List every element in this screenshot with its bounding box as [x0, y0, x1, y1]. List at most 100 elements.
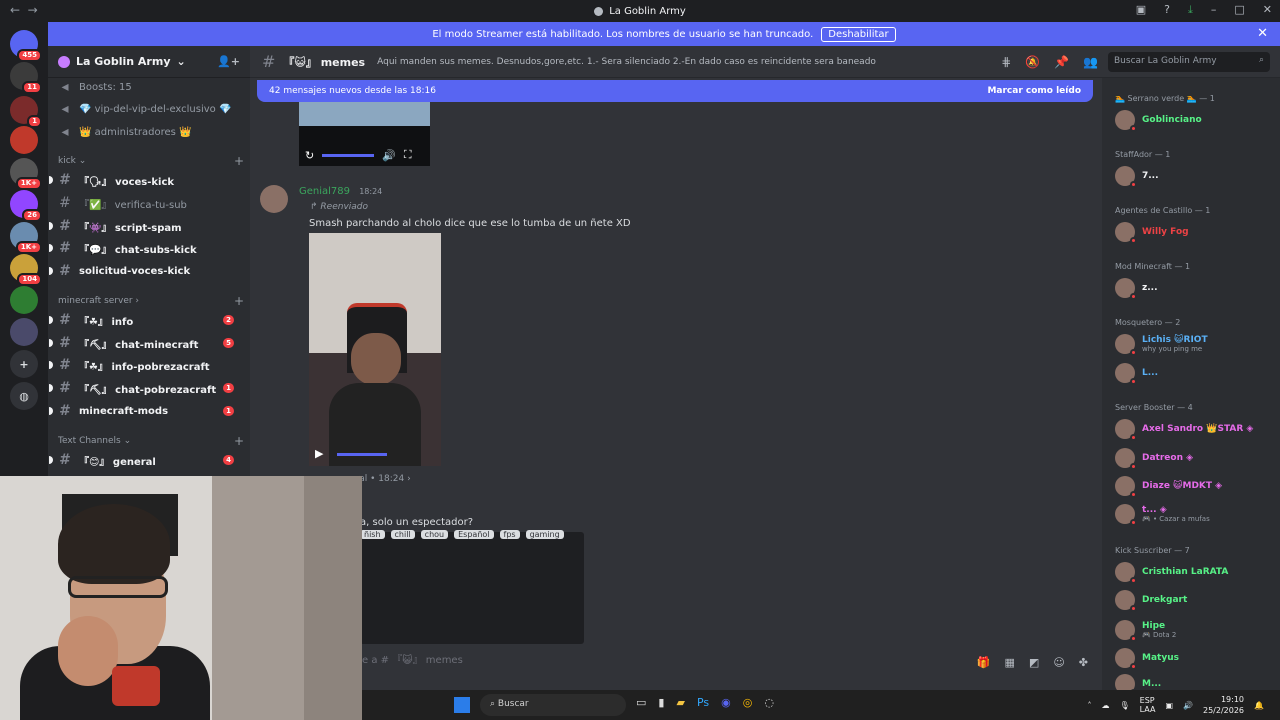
video-attachment[interactable]: ↻ 🔊 ⛶: [299, 102, 430, 166]
play-icon[interactable]: ▶: [315, 447, 323, 460]
members-icon[interactable]: 👥: [1083, 55, 1098, 69]
volume-icon[interactable]: 🔊: [1183, 701, 1193, 710]
member-item[interactable]: Hipe 🎮 Dota 2: [1115, 620, 1275, 642]
task-view-icon[interactable]: ▭: [636, 696, 646, 709]
sidebar-item-boosts[interactable]: ◂ Boosts: 15: [58, 79, 244, 95]
app-icon[interactable]: ▮: [658, 696, 664, 709]
mute-icon[interactable]: 🔕: [1025, 55, 1040, 69]
stream-tag[interactable]: chou: [420, 530, 449, 539]
volume-bar[interactable]: [322, 153, 375, 157]
discover-icon[interactable]: ◍: [10, 382, 38, 410]
member-item[interactable]: Lichis 😺RIOT why you ping me: [1115, 334, 1275, 356]
stream-tag[interactable]: gaming: [525, 530, 564, 539]
member-item[interactable]: Matyus: [1115, 648, 1275, 670]
nav-arrows[interactable]: ← →: [10, 3, 38, 17]
close-icon[interactable]: ✕: [1257, 26, 1268, 41]
help-icon[interactable]: ?: [1164, 3, 1170, 17]
inbox-icon[interactable]: ▣: [1136, 3, 1146, 17]
add-channel-icon[interactable]: +: [234, 154, 244, 168]
add-server-icon[interactable]: +: [10, 350, 38, 378]
message-input[interactable]: e a # 『😺』 memes 🎁 ▦ ◩ ☺ ✤: [250, 651, 1102, 675]
chrome-icon[interactable]: ◎: [743, 696, 753, 709]
sidebar-item-vip[interactable]: ◂ 💎 vip-del-vip-del-exclusivo 💎: [58, 101, 244, 117]
member-item[interactable]: L...: [1115, 363, 1275, 385]
member-item[interactable]: z...: [1115, 278, 1275, 300]
member-item[interactable]: Cristhian LaRATA: [1115, 562, 1275, 584]
channel-voces-kick[interactable]: # 『🗣』 voces-kick: [49, 172, 244, 188]
fullscreen-icon[interactable]: ⛶: [404, 148, 412, 162]
category-text-channels[interactable]: Text Channels ⌄ +: [58, 434, 244, 448]
channel-chat-minecraft[interactable]: # 『⛏』 chat-minecraft 5: [49, 335, 244, 351]
member-item[interactable]: t... ◈ 🎮 • Cazar a mufas: [1115, 504, 1275, 526]
member-item[interactable]: Drekgart: [1115, 590, 1275, 612]
channel-minecraft-mods[interactable]: # minecraft-mods 1: [49, 403, 244, 419]
replay-icon[interactable]: ↻: [305, 149, 314, 162]
channel-chat-pobrezacraft[interactable]: # 『⛏』 chat-pobrezacraft 1: [49, 380, 244, 396]
minimize-icon[interactable]: –: [1211, 3, 1217, 17]
file-explorer-icon[interactable]: ▰: [676, 696, 684, 709]
network-icon[interactable]: ▣: [1165, 701, 1173, 710]
category-minecraft-server[interactable]: minecraft server › +: [58, 294, 244, 308]
avatar[interactable]: [260, 185, 288, 213]
close-icon[interactable]: ✕: [1263, 3, 1272, 17]
channel-chat-subs-kick[interactable]: # 『💬』 chat-subs-kick: [49, 240, 244, 256]
mark-as-read-button[interactable]: Marcar como leído: [987, 86, 1081, 96]
discord-icon[interactable]: ◉: [721, 696, 731, 709]
channel-script-spam[interactable]: # 『👾』 script-spam: [49, 218, 244, 234]
stream-tag[interactable]: chill: [390, 530, 415, 539]
server-icon-2[interactable]: 1: [10, 96, 42, 128]
channel-general[interactable]: # 『😊』 general 4: [49, 452, 244, 468]
apps-icon[interactable]: ✤: [1079, 656, 1088, 669]
member-item[interactable]: 7...: [1115, 166, 1275, 188]
server-icon-8[interactable]: [10, 286, 38, 314]
windows-start-icon[interactable]: [454, 697, 470, 713]
maximize-icon[interactable]: □: [1234, 3, 1244, 17]
clock[interactable]: 19:10 25/2/2026: [1203, 694, 1244, 716]
stream-tag[interactable]: fps: [499, 530, 520, 539]
sidebar-item-admins[interactable]: ◂ 👑 administradores 👑: [58, 124, 244, 140]
member-item[interactable]: Axel Sandro 👑STAR ◈: [1115, 419, 1275, 441]
video-progress[interactable]: [337, 453, 387, 456]
volume-icon[interactable]: 🔊: [382, 149, 396, 162]
add-user-icon[interactable]: 👤+: [217, 55, 240, 68]
sticker-icon[interactable]: ◩: [1029, 656, 1039, 669]
server-icon-1[interactable]: 11: [10, 62, 42, 94]
search-input[interactable]: Buscar La Goblin Army ⌕: [1108, 51, 1270, 72]
category-kick[interactable]: kick ⌄ +: [58, 154, 244, 168]
server-icon-4[interactable]: 1K+: [10, 158, 42, 190]
add-channel-icon[interactable]: +: [234, 294, 244, 308]
photoshop-icon[interactable]: Ps: [697, 696, 709, 709]
link-embed[interactable]: [360, 532, 584, 644]
server-icon-5[interactable]: 26: [10, 190, 42, 222]
gift-icon[interactable]: 🎁: [977, 656, 991, 669]
emoji-icon[interactable]: ☺: [1053, 656, 1064, 669]
channel-verifica-tu-sub[interactable]: # 『✅』 verifica-tu-sub: [58, 195, 244, 211]
member-item[interactable]: Willy Fog: [1115, 222, 1275, 244]
video-attachment[interactable]: ▶: [309, 233, 441, 466]
language-indicator[interactable]: ESP LAA: [1140, 696, 1156, 714]
channel-info-pobrezacraft[interactable]: # 『☘』 info-pobrezacraft: [49, 357, 244, 373]
download-icon[interactable]: ⤓: [1188, 3, 1193, 17]
server-icon-7[interactable]: 104: [10, 254, 42, 286]
chevron-up-icon[interactable]: ˄: [1088, 701, 1092, 710]
stream-tag[interactable]: Español: [454, 530, 494, 539]
channel-solicitud-voces-kick[interactable]: # solicitud-voces-kick: [49, 263, 244, 279]
gif-icon[interactable]: ▦: [1005, 656, 1015, 669]
server-icon-6[interactable]: 1K+: [10, 222, 42, 254]
mic-icon[interactable]: 🎙: [1120, 701, 1130, 710]
member-item[interactable]: Datreon ◈: [1115, 448, 1275, 470]
taskbar-search[interactable]: ⌕ Buscar: [480, 694, 626, 716]
server-header[interactable]: La Goblin Army ⌄ 👤+: [48, 46, 250, 78]
notifications-icon[interactable]: 🔔: [1254, 701, 1264, 710]
pin-icon[interactable]: 📌: [1054, 55, 1069, 69]
message-author[interactable]: Genial789 18:24: [299, 186, 382, 197]
channel-topic[interactable]: Aqui manden sus memes. Desnudos,gore,etc…: [377, 57, 937, 67]
member-item[interactable]: Diaze 😺MDKT ◈: [1115, 476, 1275, 498]
member-item[interactable]: Goblinciano: [1115, 110, 1275, 132]
disable-button[interactable]: Deshabilitar: [821, 26, 896, 42]
threads-icon[interactable]: ⋕: [1001, 55, 1011, 69]
server-icon-3[interactable]: [10, 126, 38, 154]
new-messages-bar[interactable]: 42 mensajes nuevos desde las 18:16 Marca…: [257, 80, 1093, 102]
onedrive-icon[interactable]: ☁: [1102, 701, 1110, 710]
app-icon[interactable]: ◌: [764, 696, 774, 709]
